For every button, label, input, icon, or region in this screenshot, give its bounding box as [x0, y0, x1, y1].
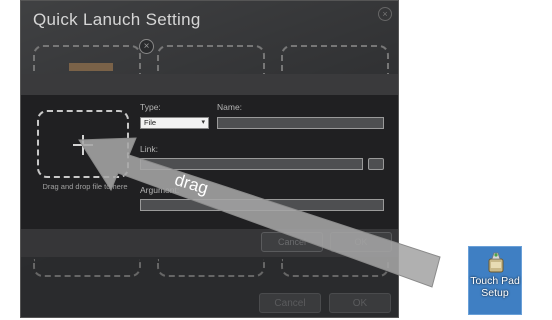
shortcut-label-line1: Touch Pad: [470, 275, 520, 287]
shortcut-label-line2: Setup: [481, 287, 509, 299]
drag-arrow-shape: [78, 137, 441, 288]
setup-icon: [488, 252, 504, 273]
touch-pad-setup-shortcut[interactable]: Touch Pad Setup: [468, 246, 522, 315]
shortcut-label: Touch Pad Setup: [469, 275, 521, 299]
